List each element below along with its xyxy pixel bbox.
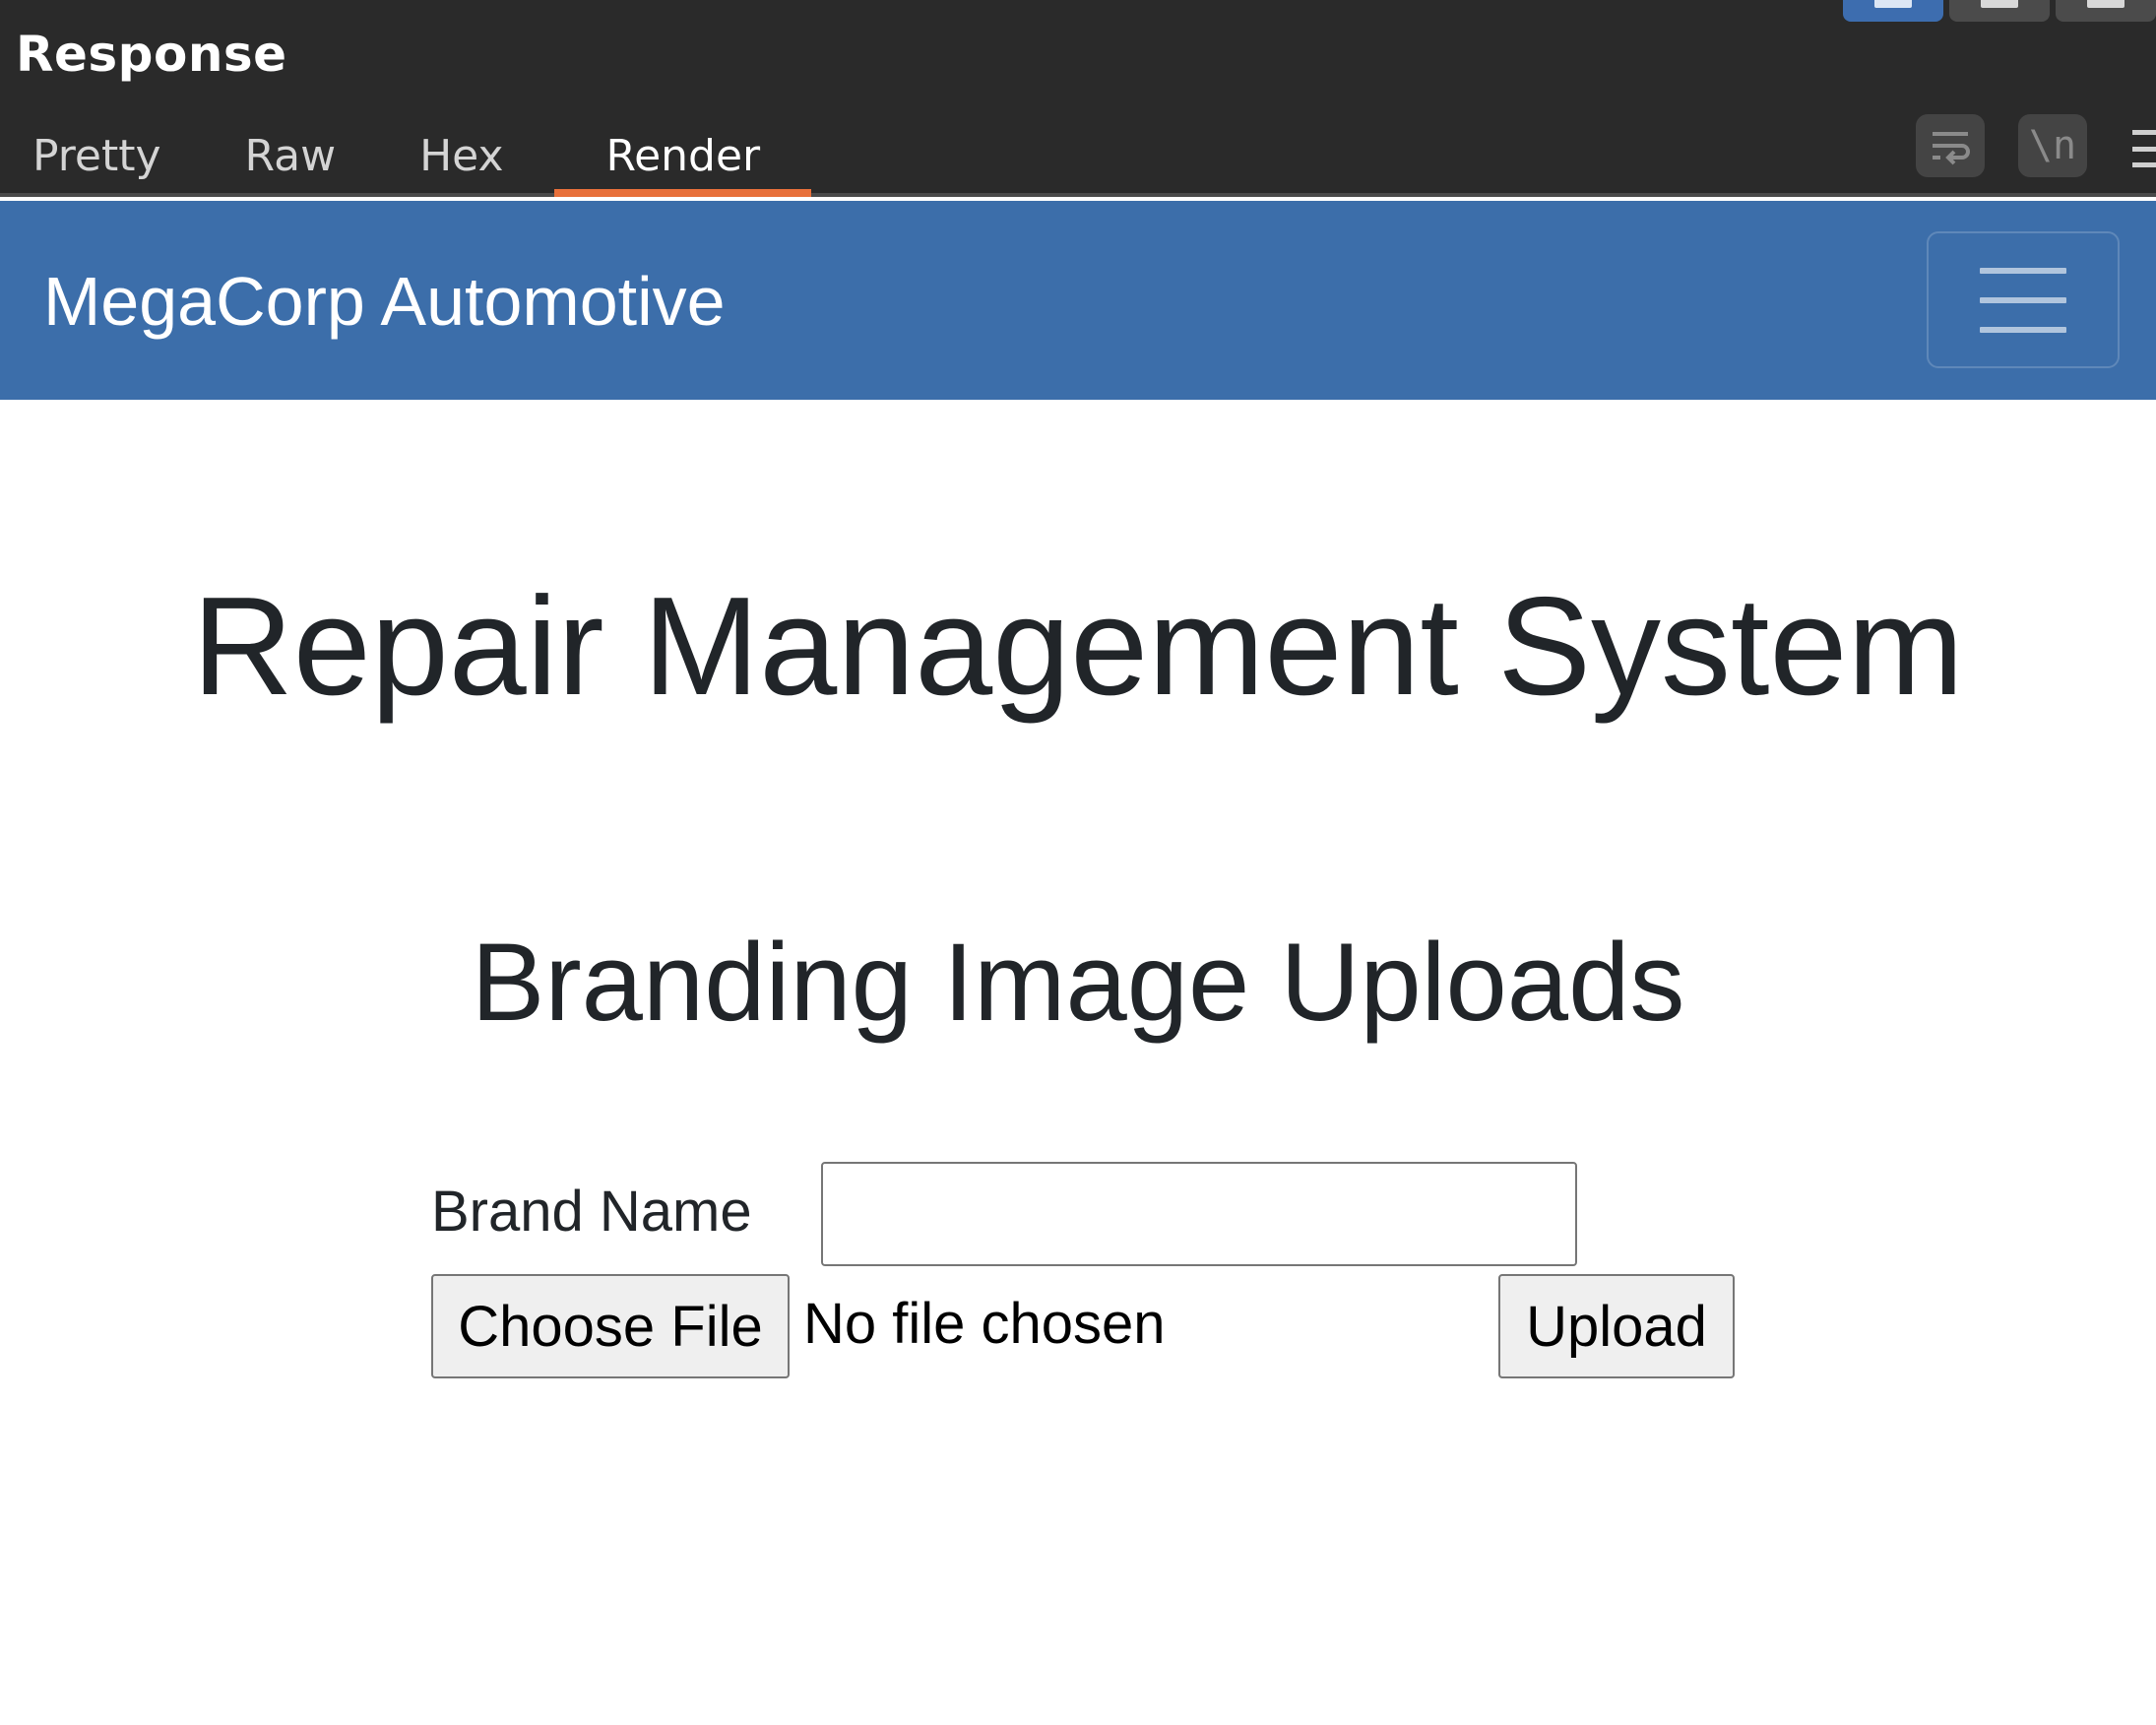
hamburger-menu-icon [1980,267,2066,274]
layout-toggle-group [1837,0,2156,22]
site-navbar: MegaCorp Automotive [0,201,2156,400]
newline-icon: \n [2028,123,2077,168]
tab-pretty[interactable]: Pretty [0,126,213,193]
navbar-toggler-button[interactable] [1927,231,2120,368]
layout-horizontal-button[interactable] [1949,0,2050,22]
tab-render[interactable]: Render [554,126,811,197]
response-title: Response [16,26,287,83]
page-title: Repair Management System [192,568,1964,725]
section-title: Branding Image Uploads [471,921,1685,1044]
response-panel: Response Pretty Raw Hex Render \n [0,0,2156,197]
response-tabs: Pretty Raw Hex Render [0,126,811,197]
choose-file-button[interactable]: Choose File [431,1274,790,1378]
tab-hex[interactable]: Hex [387,126,554,193]
wrap-lines-icon [1933,132,1970,165]
brand-name-label: Brand Name [431,1180,752,1244]
wrap-lines-button[interactable] [1916,114,1985,177]
layout-split-button[interactable] [1843,0,1943,22]
file-status-text: No file chosen [803,1292,1166,1356]
layout-vertical-button[interactable] [2056,0,2156,22]
tab-raw[interactable]: Raw [213,126,388,193]
hamburger-menu-icon[interactable] [2132,130,2156,167]
brand-name-input[interactable] [821,1162,1577,1266]
newline-toggle-button[interactable]: \n [2018,114,2087,177]
navbar-brand[interactable]: MegaCorp Automotive [43,262,726,341]
upload-button[interactable]: Upload [1498,1274,1735,1378]
